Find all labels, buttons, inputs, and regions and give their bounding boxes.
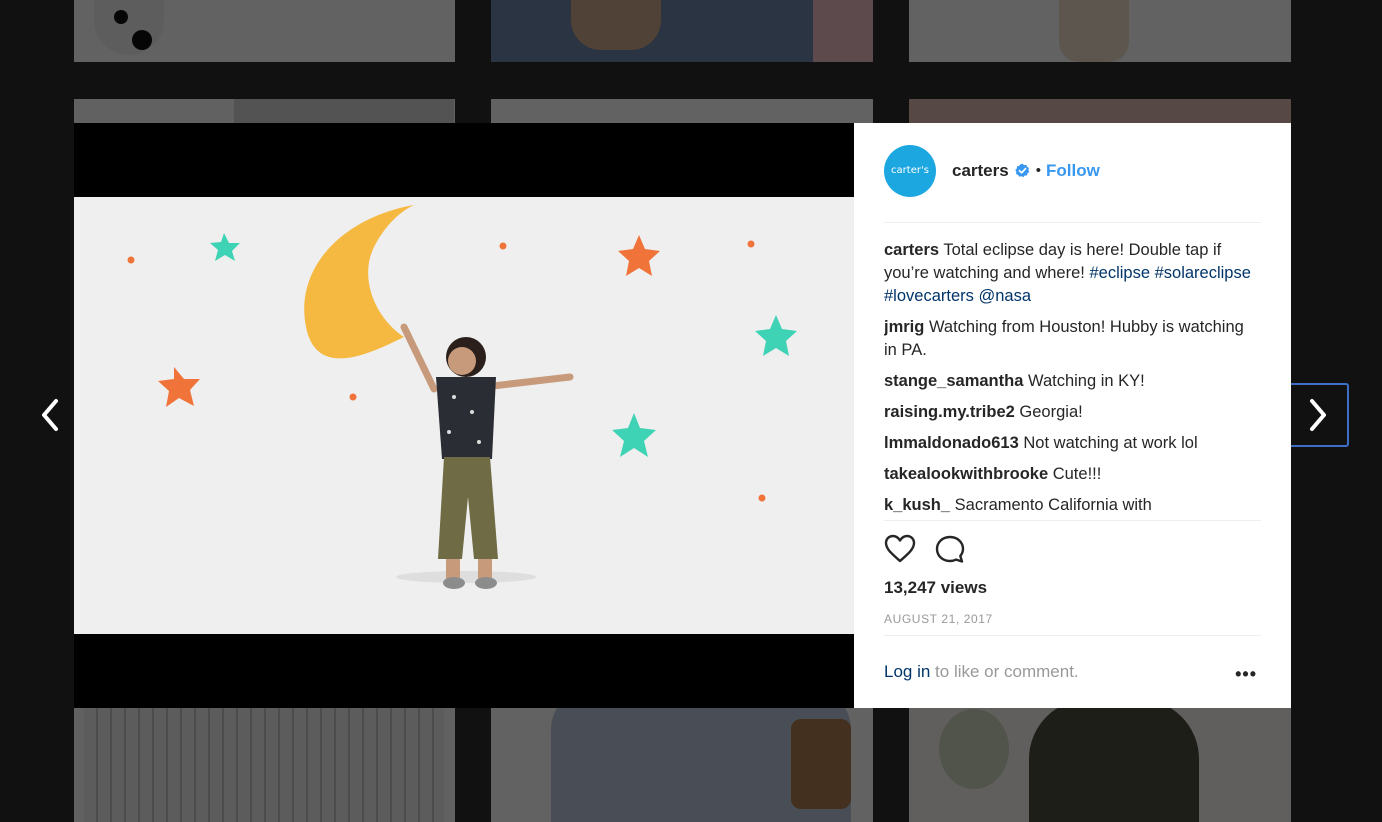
comment-text: Sacramento California with xyxy=(954,496,1152,514)
more-options-button[interactable]: ••• xyxy=(1235,664,1257,685)
dot-orange xyxy=(499,242,507,250)
header-separator: • xyxy=(1035,162,1041,179)
dot-orange xyxy=(349,393,357,401)
comment-username[interactable]: jmrig xyxy=(884,318,924,336)
chevron-left-icon xyxy=(42,399,58,431)
comment-text: Cute!!! xyxy=(1052,465,1102,483)
hashtag-link[interactable]: #solareclipse xyxy=(1155,264,1251,282)
comment-item: takealookwithbrooke Cute!!! xyxy=(884,463,1261,486)
post-date[interactable]: AUGUST 21, 2017 xyxy=(884,612,993,626)
comment-username[interactable]: k_kush_ xyxy=(884,496,950,514)
actions-divider xyxy=(884,520,1261,521)
moon-shape xyxy=(304,205,414,359)
comment-item: k_kush_ Sacramento California with xyxy=(884,494,1261,517)
comment-text: Georgia! xyxy=(1019,403,1083,421)
star-teal xyxy=(755,315,797,356)
comment-username[interactable]: takealookwithbrooke xyxy=(884,465,1048,483)
action-bar xyxy=(884,534,966,564)
author-username[interactable]: carters xyxy=(952,161,1009,181)
comment-text: Watching in KY! xyxy=(1027,372,1145,390)
comment-text: Watching from Houston! Hubby is watching… xyxy=(884,318,1244,359)
chevron-right-icon xyxy=(1309,399,1326,431)
avatar[interactable]: carter's xyxy=(884,144,936,197)
comment-text: Not watching at work lol xyxy=(1023,434,1198,452)
comment-item: lmmaldonado613 Not watching at work lol xyxy=(884,432,1261,455)
video-player[interactable] xyxy=(74,123,854,708)
login-divider xyxy=(884,635,1261,636)
login-prompt: Log in to like or comment. xyxy=(884,662,1079,682)
post-details-panel: carter's carters • Follow carters Total … xyxy=(854,123,1291,708)
comment-item: stange_samantha Watching in KY! xyxy=(884,370,1261,393)
comment-username[interactable]: lmmaldonado613 xyxy=(884,434,1019,452)
follow-button[interactable]: Follow xyxy=(1046,161,1100,181)
avatar-text: carter's xyxy=(891,165,929,176)
star-teal xyxy=(210,233,240,261)
comment-username[interactable]: stange_samantha xyxy=(884,372,1023,390)
star-teal xyxy=(612,413,656,457)
verified-badge-icon xyxy=(1015,163,1029,178)
hashtag-link[interactable]: #eclipse xyxy=(1089,264,1150,282)
caption-username[interactable]: carters xyxy=(884,241,939,259)
next-post-button[interactable] xyxy=(1286,383,1349,447)
hashtag-link[interactable]: #lovecarters xyxy=(884,287,974,305)
star-orange xyxy=(158,367,200,407)
heart-icon[interactable] xyxy=(884,534,916,564)
comment-item: raising.my.tribe2 Georgia! xyxy=(884,401,1261,424)
dot-orange xyxy=(747,240,755,248)
previous-post-button[interactable] xyxy=(30,385,70,445)
mention-link[interactable]: @nasa xyxy=(978,287,1031,305)
comments-list[interactable]: carters Total eclipse day is here! Doubl… xyxy=(884,239,1261,519)
view-count: 13,247 views xyxy=(884,578,988,597)
login-prompt-text: to like or comment. xyxy=(930,662,1079,681)
star-orange xyxy=(618,235,660,276)
dot-orange xyxy=(127,256,135,264)
post-header: carter's carters • Follow xyxy=(884,144,1261,223)
comment-item: jmrig Watching from Houston! Hubby is wa… xyxy=(884,316,1261,362)
post-modal: carter's carters • Follow carters Total … xyxy=(74,123,1291,708)
dot-orange xyxy=(758,494,766,502)
video-illustration xyxy=(127,205,797,589)
comment-icon[interactable] xyxy=(934,534,966,564)
post-caption: carters Total eclipse day is here! Doubl… xyxy=(884,239,1261,308)
login-link[interactable]: Log in xyxy=(884,662,930,681)
video-frame xyxy=(74,197,854,634)
girl-figure xyxy=(396,323,574,589)
comment-username[interactable]: raising.my.tribe2 xyxy=(884,403,1015,421)
